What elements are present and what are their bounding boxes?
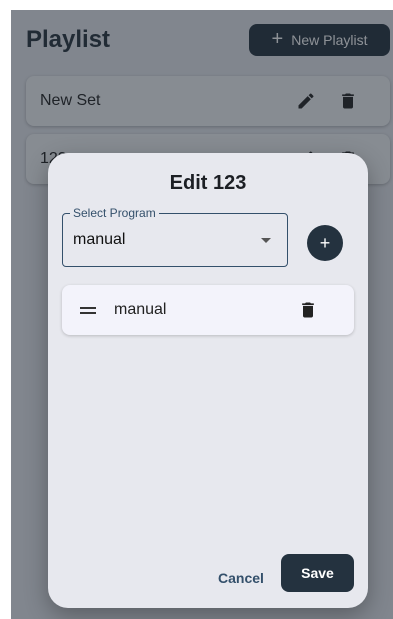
select-value: manual xyxy=(73,231,126,248)
dialog-title: Edit 123 xyxy=(169,172,247,194)
cancel-button[interactable]: Cancel xyxy=(210,560,272,596)
app-screen: Playlist + New Playlist New Set 123 Edit… xyxy=(11,10,393,619)
add-program-label: + xyxy=(319,232,331,253)
save-button[interactable]: Save xyxy=(281,554,354,592)
trash-icon[interactable] xyxy=(298,300,318,320)
select-label: Select Program xyxy=(70,206,159,220)
program-select[interactable]: Select Program manual xyxy=(62,206,288,267)
dropdown-arrow-icon xyxy=(261,238,271,243)
edit-set-dialog: Edit 123 Select Program manual + manual … xyxy=(48,153,368,608)
drag-handle-icon[interactable] xyxy=(80,302,96,318)
add-program-button[interactable]: + xyxy=(307,225,343,261)
program-name: manual xyxy=(114,301,167,318)
program-list-item[interactable]: manual xyxy=(62,285,354,335)
